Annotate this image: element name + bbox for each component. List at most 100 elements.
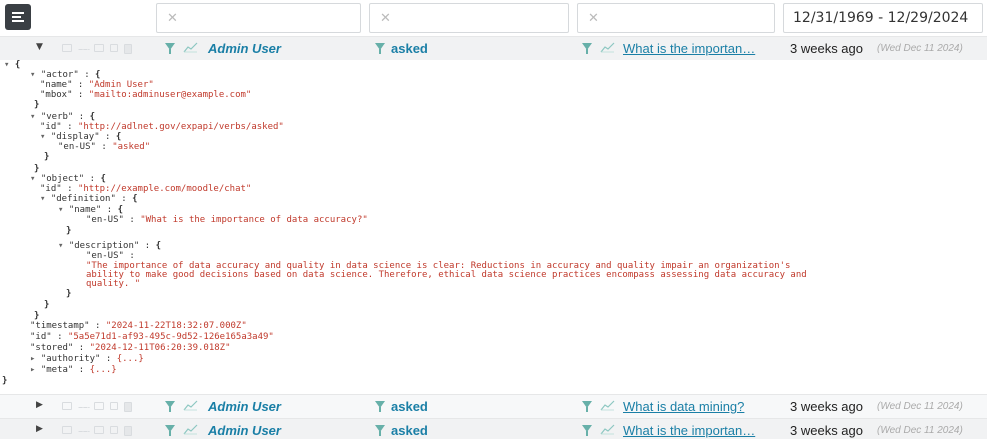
- actor-clear-icon[interactable]: ✕: [167, 11, 178, 26]
- json-value: "http://example.com/moodle/chat": [77, 184, 252, 194]
- collapse-toggle-icon[interactable]: ▾: [58, 205, 63, 215]
- json-key: "name": [40, 80, 73, 90]
- filter-verb-icon[interactable]: [375, 425, 385, 436]
- chart-icon[interactable]: [183, 399, 198, 411]
- json-key: "meta": [40, 365, 74, 375]
- collapse-toggle-icon[interactable]: ▾: [30, 112, 35, 122]
- json-key: "mbox": [40, 90, 73, 100]
- copy-icon[interactable]: [110, 426, 118, 434]
- json-key: "id": [40, 184, 62, 194]
- filter-actor-icon[interactable]: [165, 401, 175, 412]
- actor-filter-input[interactable]: ✕: [156, 3, 361, 33]
- json-key: "object": [40, 174, 85, 184]
- expand-caret-icon[interactable]: ▶: [36, 424, 43, 434]
- copy-icon[interactable]: [110, 44, 118, 52]
- object-link[interactable]: What is the importan…: [623, 41, 783, 56]
- json-value: "mailto:adminuser@example.com": [88, 90, 252, 100]
- filter-object-icon[interactable]: [582, 43, 592, 54]
- link-icon[interactable]: [94, 402, 104, 410]
- object-link[interactable]: What is the importan…: [623, 423, 783, 438]
- file-icon[interactable]: [124, 44, 132, 54]
- statement-row[interactable]: ▶ Admin User asked What is the importan……: [0, 418, 987, 439]
- filter-row: ✕ ✕ ✕ 12/31/1969 - 12/29/2024: [0, 0, 987, 36]
- json-value: "asked": [112, 142, 151, 152]
- collapse-toggle-icon[interactable]: ▾: [58, 241, 63, 251]
- filter-verb-icon[interactable]: [375, 43, 385, 54]
- json-key: "en-US": [58, 142, 96, 152]
- expand-toggle-icon[interactable]: ▸: [30, 365, 35, 375]
- actor-name[interactable]: Admin User: [208, 423, 281, 438]
- expand-caret-icon[interactable]: ▶: [36, 400, 43, 410]
- object-clear-icon[interactable]: ✕: [588, 11, 599, 26]
- chart-icon[interactable]: [600, 41, 615, 53]
- verb-name[interactable]: asked: [391, 423, 428, 438]
- statement-row[interactable]: ▼ Admin User asked What is the importan……: [0, 36, 987, 60]
- object-filter-input[interactable]: ✕: [577, 3, 775, 33]
- relative-time: 3 weeks ago: [790, 41, 863, 56]
- json-key: "stored": [30, 343, 74, 353]
- collapse-toggle-icon[interactable]: ▾: [30, 70, 35, 80]
- mail-icon[interactable]: [62, 44, 72, 52]
- statement-row[interactable]: ▶ Admin User asked What is data mining? …: [0, 394, 987, 418]
- json-value: "What is the importance of data accuracy…: [140, 215, 368, 225]
- json-key: "actor": [40, 70, 79, 80]
- collapsed-object[interactable]: {...}: [117, 354, 144, 364]
- statement-json-viewer: ▾ { ▾ "actor" : { "name" : "Admin User" …: [0, 60, 987, 394]
- date-range-text: 12/31/1969 - 12/29/2024: [793, 10, 969, 26]
- chart-icon[interactable]: [183, 423, 198, 435]
- chart-icon[interactable]: [183, 41, 198, 53]
- collapse-toggle-icon[interactable]: ▾: [4, 60, 9, 70]
- dots-icon[interactable]: [78, 49, 90, 50]
- json-key: "definition": [50, 194, 116, 204]
- json-key: "en-US": [86, 215, 124, 225]
- absolute-time: (Wed Dec 11 2024): [877, 425, 963, 436]
- absolute-time: (Wed Dec 11 2024): [877, 401, 963, 412]
- json-key: "description": [68, 241, 140, 251]
- file-icon[interactable]: [124, 426, 132, 436]
- expand-toggle-icon[interactable]: ▸: [30, 354, 35, 364]
- verb-name[interactable]: asked: [391, 399, 428, 414]
- json-value: "http://adlnet.gov/expapi/verbs/asked": [77, 122, 284, 132]
- verb-filter-input[interactable]: ✕: [369, 3, 569, 33]
- dots-icon[interactable]: [78, 407, 90, 408]
- mail-icon[interactable]: [62, 426, 72, 434]
- filter-actor-icon[interactable]: [165, 425, 175, 436]
- mail-icon[interactable]: [62, 402, 72, 410]
- row-actions: [62, 400, 152, 414]
- relative-time: 3 weeks ago: [790, 423, 863, 438]
- filter-object-icon[interactable]: [582, 425, 592, 436]
- json-value: quality. ": [86, 279, 141, 289]
- verb-clear-icon[interactable]: ✕: [380, 11, 391, 26]
- collapsed-object[interactable]: {...}: [90, 365, 117, 375]
- actor-name[interactable]: Admin User: [208, 41, 281, 56]
- relative-time: 3 weeks ago: [790, 399, 863, 414]
- json-key: "verb": [40, 112, 74, 122]
- filter-verb-icon[interactable]: [375, 401, 385, 412]
- copy-icon[interactable]: [110, 402, 118, 410]
- dots-icon[interactable]: [78, 431, 90, 432]
- verb-name[interactable]: asked: [391, 41, 428, 56]
- file-icon[interactable]: [124, 402, 132, 412]
- json-value: "2024-12-11T06:20:39.018Z": [89, 343, 231, 353]
- object-link[interactable]: What is data mining?: [623, 399, 783, 414]
- collapse-toggle-icon[interactable]: ▾: [40, 132, 45, 142]
- actor-name[interactable]: Admin User: [208, 399, 281, 414]
- link-icon[interactable]: [94, 44, 104, 52]
- json-key: "authority": [40, 354, 101, 364]
- json-value: "Admin User": [88, 80, 154, 90]
- row-actions: [62, 424, 152, 438]
- row-actions: [62, 42, 152, 56]
- collapse-toggle-icon[interactable]: ▾: [40, 194, 45, 204]
- menu-icon[interactable]: [5, 4, 31, 30]
- json-value: "2024-11-22T18:32:07.000Z": [105, 321, 247, 331]
- link-icon[interactable]: [94, 426, 104, 434]
- chart-icon[interactable]: [600, 423, 615, 435]
- filter-actor-icon[interactable]: [165, 43, 175, 54]
- chart-icon[interactable]: [600, 399, 615, 411]
- date-range-input[interactable]: 12/31/1969 - 12/29/2024: [783, 3, 983, 33]
- json-key: "display": [50, 132, 100, 142]
- json-key: "id": [30, 332, 52, 342]
- collapse-toggle-icon[interactable]: ▾: [30, 174, 35, 184]
- collapse-caret-icon[interactable]: ▼: [36, 42, 43, 52]
- filter-object-icon[interactable]: [582, 401, 592, 412]
